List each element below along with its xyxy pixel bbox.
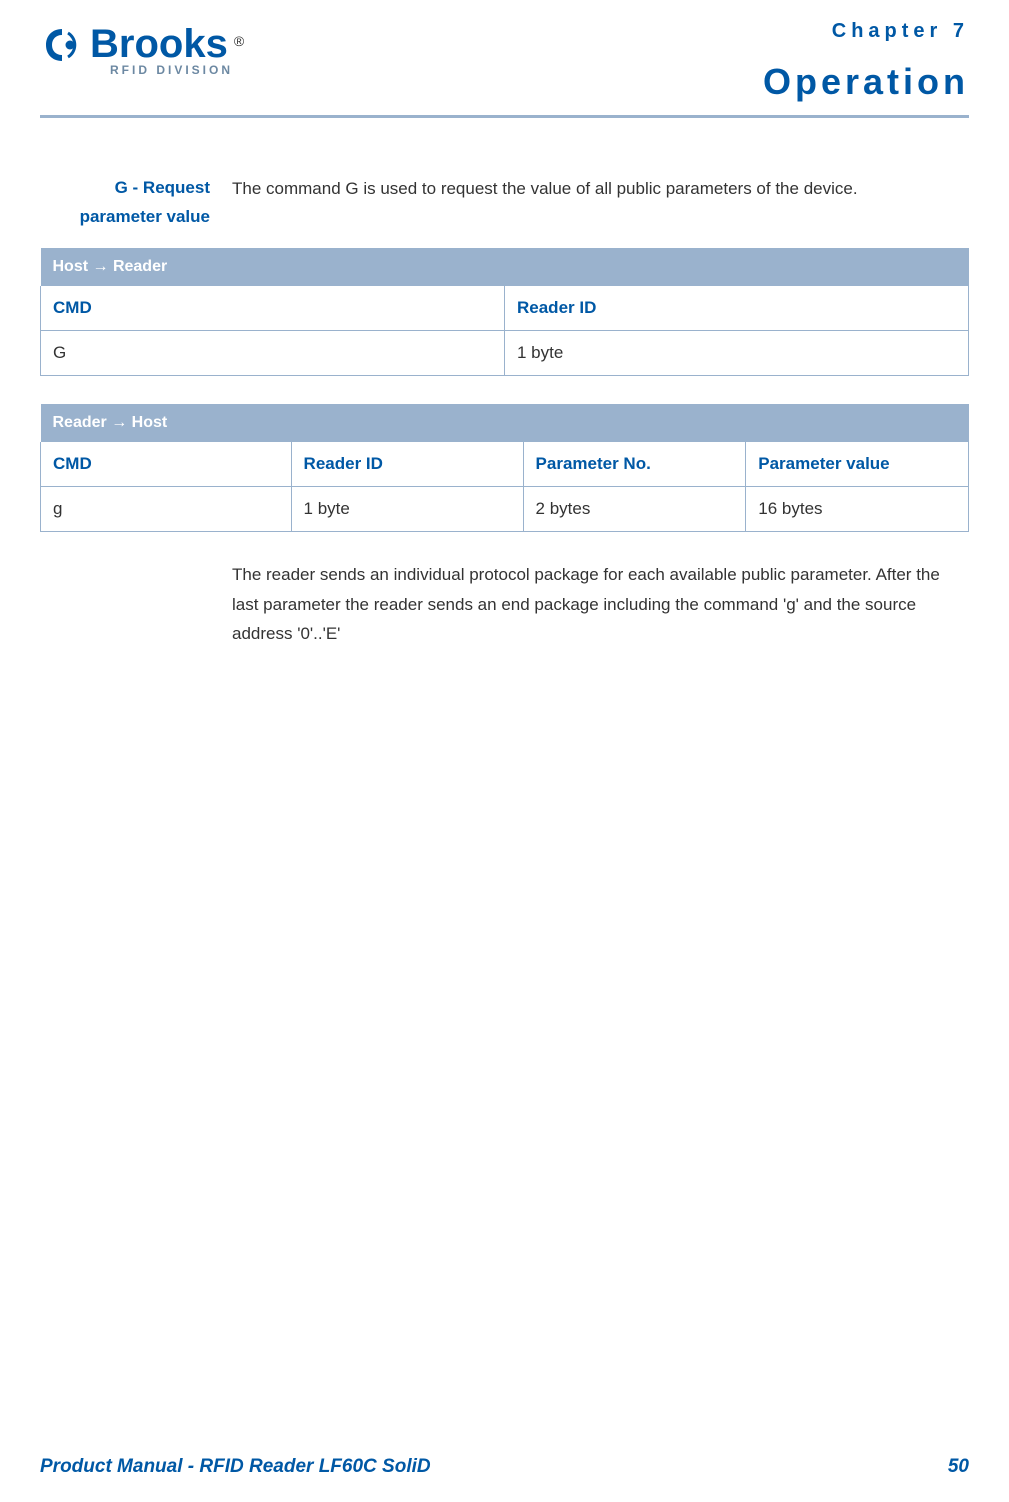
col-cmd: CMD — [41, 286, 505, 331]
chapter-label: Chapter 7 — [763, 20, 969, 43]
table-title-row: Host → Reader — [41, 248, 969, 286]
logo: Brooks ® RFID DIVISION — [40, 20, 244, 77]
table-row: g 1 byte 2 bytes 16 bytes — [41, 486, 969, 531]
col-reader-id: Reader ID — [291, 442, 523, 487]
col-param-value: Parameter value — [746, 442, 969, 487]
page-header: Brooks ® RFID DIVISION Chapter 7 Operatio… — [40, 20, 969, 103]
table-header-row: CMD Reader ID — [41, 286, 969, 331]
col-reader-id: Reader ID — [505, 286, 969, 331]
section-label: G - Request parameter value — [40, 174, 210, 232]
cell-reader-id: 1 byte — [505, 330, 969, 375]
page-number: 50 — [948, 1456, 969, 1478]
logo-text: Brooks — [90, 22, 228, 67]
logo-subtitle: RFID DIVISION — [110, 63, 244, 77]
footer-title: Product Manual - RFID Reader LF60C SoliD — [40, 1456, 431, 1478]
table-header-row: CMD Reader ID Parameter No. Parameter va… — [41, 442, 969, 487]
note-text: The reader sends an individual protocol … — [232, 560, 969, 649]
chapter-title: Operation — [763, 61, 969, 103]
table-title: Reader → Host — [41, 404, 969, 442]
col-param-no: Parameter No. — [523, 442, 746, 487]
section-g-request: G - Request parameter value The command … — [40, 174, 969, 232]
chapter-block: Chapter 7 Operation — [763, 20, 969, 103]
table-reader-to-host: Reader → Host CMD Reader ID Parameter No… — [40, 404, 969, 532]
registered-mark: ® — [234, 33, 244, 49]
section-body: The command G is used to request the val… — [232, 174, 969, 232]
cell-cmd: g — [41, 486, 292, 531]
cell-reader-id: 1 byte — [291, 486, 523, 531]
cell-param-value: 16 bytes — [746, 486, 969, 531]
table-row: G 1 byte — [41, 330, 969, 375]
table-host-to-reader: Host → Reader CMD Reader ID G 1 byte — [40, 248, 969, 376]
col-cmd: CMD — [41, 442, 292, 487]
page-footer: Product Manual - RFID Reader LF60C SoliD… — [40, 1456, 969, 1478]
brooks-logo-icon — [40, 23, 84, 67]
table-title: Host → Reader — [41, 248, 969, 286]
cell-cmd: G — [41, 330, 505, 375]
table-title-row: Reader → Host — [41, 404, 969, 442]
cell-param-no: 2 bytes — [523, 486, 746, 531]
header-divider — [40, 115, 969, 118]
